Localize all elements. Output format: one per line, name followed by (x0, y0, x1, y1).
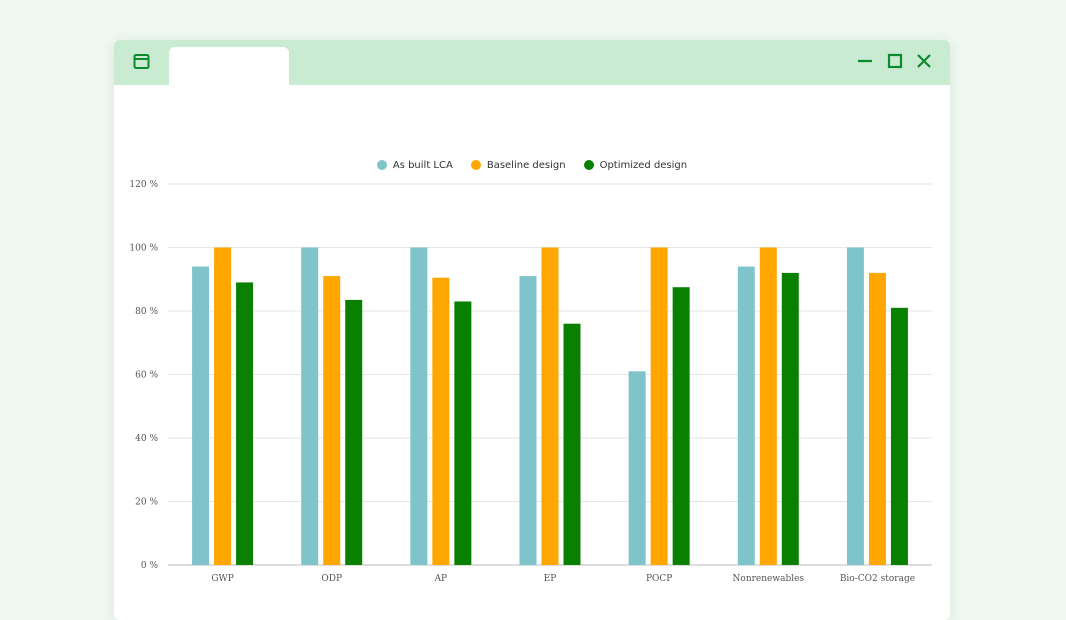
y-tick-label: 20 % (135, 498, 158, 508)
bar-nonrenewables-series-2[interactable] (759, 247, 777, 566)
maximize-icon[interactable] (885, 51, 905, 71)
y-tick-label: 120 % (129, 180, 158, 190)
bar-bio-co2-storage-series-1[interactable] (846, 247, 864, 566)
bar-ap-series-3[interactable] (454, 301, 472, 565)
bar-bio-co2-storage-series-3[interactable] (890, 307, 908, 565)
bar-chart: 0 % 20 % 40 % 60 % 80 % 100 % 120 % GWP ODP AP EP P… (129, 180, 932, 584)
x-tick-label: AP (434, 574, 448, 584)
y-tick-label: 0 % (141, 561, 159, 571)
chart-area: As built LCA Baseline design Optimized des… (114, 85, 950, 620)
x-tick-label: Bio-CO2 storage (840, 574, 915, 584)
x-tick-label: POCP (646, 574, 672, 584)
bar-ap-series-1[interactable] (410, 247, 428, 566)
x-tick-label: ODP (321, 574, 342, 584)
y-tick-label: 80 % (135, 307, 158, 317)
x-tick-label: GWP (211, 574, 234, 584)
title-bar (114, 40, 950, 85)
bar-bio-co2-storage-series-2[interactable] (868, 272, 886, 565)
window-icon (133, 53, 150, 70)
bar-odp-series-3[interactable] (345, 299, 363, 565)
bar-gwp-series-2[interactable] (214, 247, 232, 566)
x-tick-label: EP (544, 574, 557, 584)
bar-gwp-series-3[interactable] (236, 282, 254, 565)
bar-odp-series-2[interactable] (323, 276, 341, 565)
bar-ep-series-3[interactable] (563, 323, 581, 565)
y-tick-label: 40 % (135, 434, 158, 444)
bar-ap-series-2[interactable] (432, 277, 450, 565)
browser-tab[interactable] (169, 47, 289, 85)
bar-gwp-series-1[interactable] (192, 266, 210, 565)
close-icon[interactable] (914, 51, 934, 71)
bar-ep-series-1[interactable] (519, 276, 537, 565)
bar-pocp-series-1[interactable] (628, 371, 646, 565)
minimize-icon[interactable] (855, 51, 875, 71)
bar-nonrenewables-series-1[interactable] (737, 266, 755, 565)
bar-pocp-series-3[interactable] (672, 287, 690, 565)
bar-nonrenewables-series-3[interactable] (781, 272, 799, 565)
app-window: As built LCA Baseline design Optimized des… (114, 40, 950, 620)
x-tick-label: Nonrenewables (733, 574, 805, 584)
bar-ep-series-2[interactable] (541, 247, 559, 566)
bar-odp-series-1[interactable] (301, 247, 319, 566)
bar-pocp-series-2[interactable] (650, 247, 668, 566)
y-tick-label: 60 % (135, 371, 158, 381)
y-tick-label: 100 % (129, 244, 158, 254)
